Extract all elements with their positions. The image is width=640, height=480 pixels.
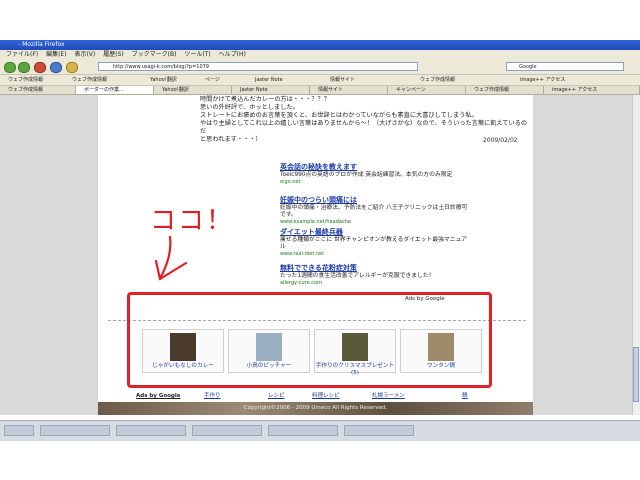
stop-icon[interactable] — [34, 62, 46, 73]
bookmark-item[interactable]: Jaster Note — [255, 75, 283, 85]
post-line: 時間かけて煮込んだカレーの方は・・・？？？ — [200, 96, 330, 103]
ad-url[interactable]: www.real-diet.net — [280, 251, 470, 258]
bookmark-item[interactable]: Yahoo!翻訳 — [150, 75, 177, 85]
ad-block: 無料でできる花粉症対策 たった1週間の食生活改善でアレルギーが克服できました！ … — [280, 264, 470, 287]
link-unit-ads-label[interactable]: Ads by Google — [136, 392, 180, 401]
tab[interactable]: 情報サイト — [310, 86, 388, 94]
tab-active[interactable]: ボーダーの作業... — [76, 86, 154, 94]
taskbar-button[interactable] — [40, 425, 110, 436]
tab-strip: ウェブ作成情報 ボーダーの作業... Yahoo!翻訳 Jaster Note … — [0, 86, 640, 95]
menu-file[interactable]: ファイル(F) — [6, 51, 38, 58]
page-margin-right — [533, 95, 632, 415]
bookmark-item[interactable]: ウェブ作成情報 — [8, 75, 43, 85]
back-icon[interactable] — [4, 62, 16, 73]
ad-description: 痩せる種類がここに 世界チャンピオンが教えるダイエット最強マニュアル — [280, 237, 467, 250]
link-unit-link[interactable]: レシピ — [268, 392, 285, 401]
ad-link-unit: Ads by Google 手作り レシピ 料理レシピ 札幌ラーメン 鍋 — [136, 392, 476, 401]
menu-edit[interactable]: 編集(E) — [46, 51, 66, 58]
ad-block: ダイエット最終兵器 痩せる種類がここに 世界チャンピオンが教えるダイエット最強マ… — [280, 228, 470, 258]
menu-tools[interactable]: ツール(T) — [184, 51, 210, 58]
window-title: - Mozilla Firefox — [18, 41, 65, 48]
ad-url[interactable]: www.example.net/headache — [280, 219, 470, 226]
taskbar-button[interactable] — [192, 425, 262, 436]
ad-description: たった1週間の食生活改善でアレルギーが克服できました！ — [280, 273, 435, 279]
bookmark-item[interactable]: ウェブ作成情報 — [72, 75, 107, 85]
taskbar-button[interactable] — [344, 425, 414, 436]
url-text: http://www.usagi-k.com/blog/?p=1079 — [113, 64, 209, 70]
tab[interactable]: ウェブ作成情報 — [466, 86, 544, 94]
link-unit-link[interactable]: 料理レシピ — [312, 392, 340, 401]
menu-view[interactable]: 表示(V) — [74, 51, 95, 58]
menu-bookmarks[interactable]: ブックマーク(B) — [132, 51, 177, 58]
post-date: 2009/02/02 — [483, 137, 518, 144]
tab[interactable]: Jaster Note — [232, 86, 310, 94]
search-placeholder: Google — [519, 64, 537, 70]
ad-title-link[interactable]: 無料でできる花粉症対策 — [280, 264, 470, 273]
scrollbar-thumb[interactable] — [633, 347, 639, 402]
home-icon[interactable] — [66, 62, 78, 73]
link-unit-link[interactable]: 札幌ラーメン — [372, 392, 405, 401]
bookmark-item[interactable]: 情報サイト — [330, 75, 355, 85]
post-line: ストレートにお褒めのお言葉を頂くと、お世辞とはわかっていながらも素直に大喜びして… — [200, 112, 478, 119]
ad-title-link[interactable]: 妊娠中のつらい頭痛には — [280, 196, 470, 205]
reload-icon[interactable] — [50, 62, 62, 73]
ad-title-link[interactable]: 英会話の秘訣を教えます — [280, 163, 470, 172]
annotation-arrow-icon — [154, 235, 188, 281]
taskbar-button[interactable] — [268, 425, 338, 436]
bookmarks-toolbar: ウェブ作成情報 ウェブ作成情報 Yahoo!翻訳 ページ Jaster Note… — [0, 75, 640, 86]
os-taskbar — [0, 420, 640, 441]
menu-history[interactable]: 履歴(S) — [103, 51, 124, 58]
tab[interactable]: image++ アクセス — [544, 86, 640, 94]
highlight-box — [127, 292, 492, 388]
taskbar-button[interactable] — [116, 425, 186, 436]
bookmark-item[interactable]: image++ アクセス — [520, 75, 565, 85]
ad-url[interactable]: eigo.net — [280, 179, 470, 186]
ad-block: 妊娠中のつらい頭痛には 妊娠中の頭痛・治療法、予防法をご紹介 八王子クリニックは… — [280, 196, 470, 226]
window-titlebar: - Mozilla Firefox — [0, 40, 640, 50]
tab[interactable]: キャンペーン — [388, 86, 466, 94]
ad-description: 妊娠中の頭痛・治療法、予防法をご紹介 八王子クリニックは土日診療可です。 — [280, 205, 468, 218]
menu-help[interactable]: ヘルプ(H) — [219, 51, 246, 58]
copyright-text: Copyright©2006 - 2009 Umeco All Rights R… — [243, 405, 388, 411]
tab[interactable]: Yahoo!翻訳 — [154, 86, 232, 94]
bookmark-item[interactable]: ページ — [205, 75, 220, 85]
search-input[interactable]: Google — [506, 62, 624, 71]
annotation-text: ココ！ — [150, 206, 235, 236]
ad-description: Toeic990点の英語のプロが作成 英会話練習法。本気の方のみ限定 — [280, 172, 453, 178]
post-line: やはり主婦としてこれ以上の嬉しい言葉はありませんから～！（大げさかな）なので、そ… — [200, 120, 528, 135]
ad-url[interactable]: allergy-cure.com — [280, 280, 470, 287]
page-margin-left — [0, 95, 98, 415]
url-field[interactable]: http://www.usagi-k.com/blog/?p=1079 — [98, 62, 418, 71]
post-line: と思われます・・・） — [200, 136, 262, 143]
link-unit-link[interactable]: 鍋 — [462, 392, 468, 401]
post-line: 思いの外好評で、ホッとしました。 — [200, 104, 299, 111]
taskbar-button[interactable] — [4, 425, 34, 436]
menu-bar: ファイル(F) 編集(E) 表示(V) 履歴(S) ブックマーク(B) ツール(… — [0, 50, 640, 60]
ad-title-link[interactable]: ダイエット最終兵器 — [280, 228, 470, 237]
ad-block: 英会話の秘訣を教えます Toeic990点の英語のプロが作成 英会話練習法。本気… — [280, 163, 470, 186]
bookmark-item[interactable]: ウェブ作成情報 — [420, 75, 455, 85]
post-body: 時間かけて煮込んだカレーの方は・・・？？？ 思いの外好評で、ホッとしました。 ス… — [200, 96, 530, 144]
forward-icon[interactable] — [18, 62, 30, 73]
tab[interactable]: ウェブ作成情報 — [0, 86, 76, 94]
link-unit-link[interactable]: 手作り — [204, 392, 221, 401]
page-footer: Copyright©2006 - 2009 Umeco All Rights R… — [98, 402, 533, 415]
navigation-toolbar: http://www.usagi-k.com/blog/?p=1079 Goog… — [0, 60, 640, 75]
